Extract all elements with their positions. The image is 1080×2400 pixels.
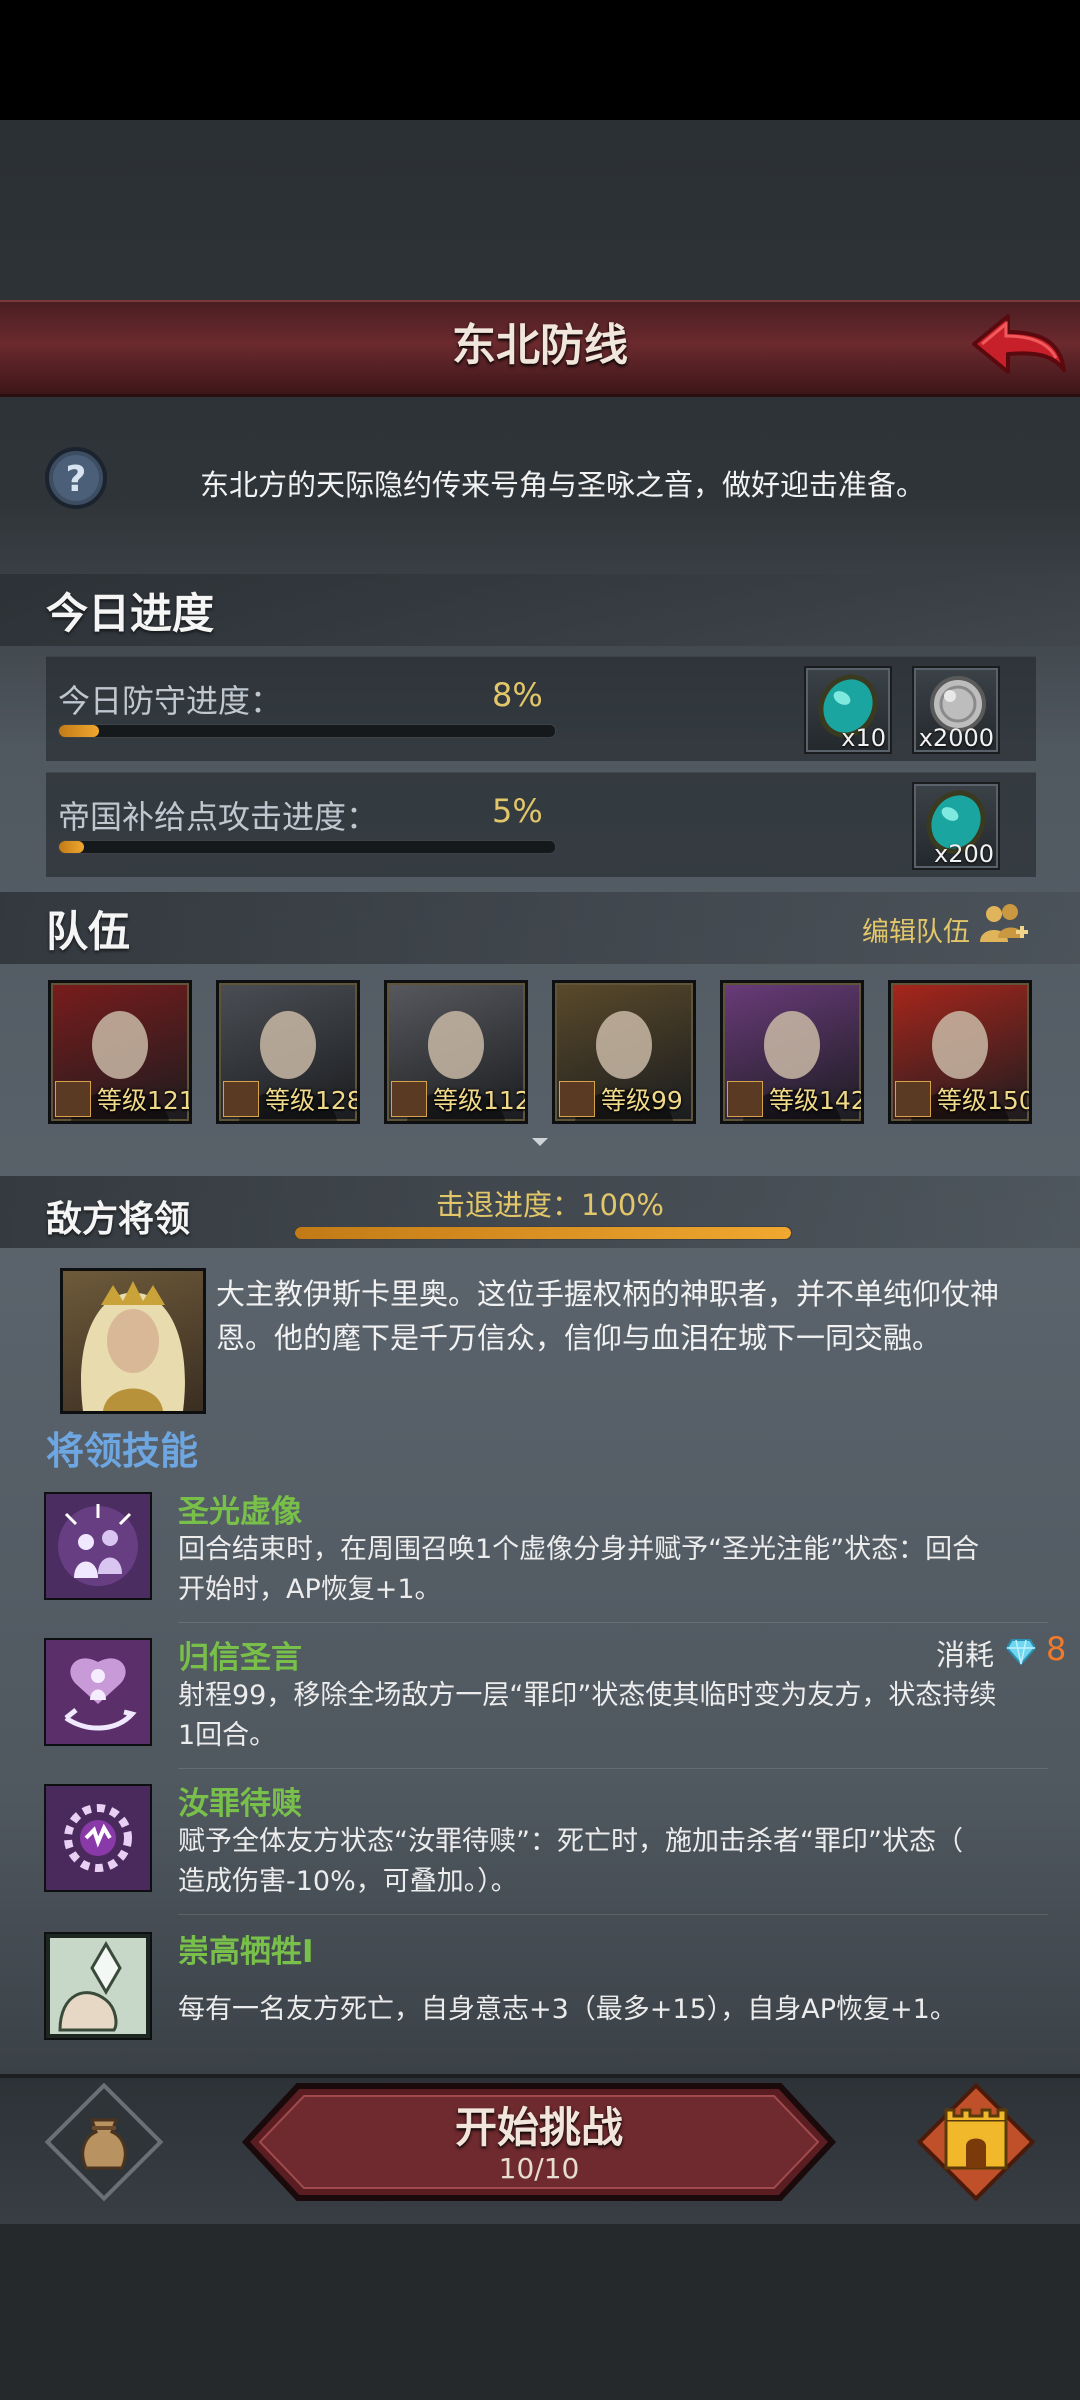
skill-icon-slot[interactable] bbox=[44, 1492, 152, 1600]
castle-icon bbox=[916, 2082, 1036, 2202]
back-button[interactable] bbox=[968, 306, 1068, 384]
skill-name: 汝罪待赎 bbox=[178, 1786, 302, 1822]
start-challenge-button[interactable]: 开始挑战 10/10 bbox=[242, 2082, 836, 2202]
status-bar-area bbox=[0, 0, 1080, 120]
hero-card[interactable]: 等级150 bbox=[888, 980, 1032, 1124]
skill-name: 崇高牺牲I bbox=[178, 1934, 314, 1970]
hero-level: 等级121 bbox=[97, 1086, 192, 1115]
enemy-portrait[interactable] bbox=[60, 1268, 206, 1414]
stage-description: 东北方的天际隐约传来号角与圣咏之音，做好迎击准备。 bbox=[200, 468, 926, 502]
hero-card[interactable]: 等级99 bbox=[552, 980, 696, 1124]
reward-qty: x200 bbox=[933, 840, 994, 868]
castle-button[interactable] bbox=[914, 2080, 1038, 2204]
expand-chevron-icon[interactable] bbox=[530, 1136, 550, 1148]
supply-progress-bar bbox=[58, 840, 556, 854]
hero-level: 等级150 bbox=[937, 1086, 1032, 1115]
team-people-icon bbox=[980, 904, 1028, 942]
skill-icon-slot[interactable] bbox=[44, 1638, 152, 1746]
skill-desc-line: 回合结束时，在周围召唤1个虚像分身并赋予“圣光注能”状态：回合 bbox=[178, 1534, 980, 1565]
hero-class-icon bbox=[391, 1081, 427, 1117]
repel-progress-bar bbox=[294, 1226, 792, 1240]
skill-divider bbox=[178, 1768, 1048, 1769]
game-background bbox=[0, 120, 1080, 2220]
skill-desc-line: 赋予全体友方状态“汝罪待赎”：死亡时，施加击杀者“罪印”状态（ bbox=[178, 1826, 963, 1857]
reward-qty: x2000 bbox=[918, 724, 994, 752]
edit-team-button[interactable]: 编辑队伍 bbox=[862, 910, 970, 949]
skill-desc-line: 开始时，AP恢复+1。 bbox=[178, 1574, 442, 1605]
hero-card[interactable]: 等级121 bbox=[48, 980, 192, 1124]
page-title: 东北防线 bbox=[452, 320, 628, 371]
help-button[interactable]: ? bbox=[44, 446, 108, 510]
question-icon: ? bbox=[45, 447, 107, 509]
conversion-word-icon bbox=[46, 1640, 150, 1744]
hero-class-icon bbox=[727, 1081, 763, 1117]
enemy-bio-line: 恩。他的麾下是千万信众，信仰与血泪在城下一同交融。 bbox=[216, 1321, 942, 1355]
skill-divider bbox=[178, 1914, 1048, 1915]
hero-class-icon bbox=[895, 1081, 931, 1117]
skills-heading: 将领技能 bbox=[46, 1429, 199, 1473]
svg-text:?: ? bbox=[66, 459, 87, 500]
skill-cost-value: 8 bbox=[1046, 1630, 1067, 1668]
defense-progress-bar bbox=[58, 724, 556, 738]
skill-name: 圣光虚像 bbox=[178, 1494, 302, 1530]
defense-progress-label: 今日防守进度： bbox=[58, 682, 283, 720]
attempts-count: 10/10 bbox=[498, 2152, 580, 2185]
bag-button[interactable] bbox=[42, 2080, 166, 2204]
skill-name: 归信圣言 bbox=[178, 1640, 302, 1676]
reward-gem-slot[interactable]: x10 bbox=[804, 666, 892, 754]
hero-class-icon bbox=[223, 1081, 259, 1117]
skill-description: 赋予全体友方状态“汝罪待赎”：死亡时，施加击杀者“罪印”状态（ 造成伤害-10%… bbox=[178, 1822, 1080, 1902]
progress-heading: 今日进度 bbox=[46, 589, 215, 638]
skill-desc-line: 每有一名友方死亡，自身意志+3（最多+15），自身AP恢复+1。 bbox=[178, 1994, 957, 2025]
reward-gem-slot[interactable]: x200 bbox=[912, 782, 1000, 870]
hero-level: 等级142 bbox=[769, 1086, 864, 1115]
skill-desc-line: 1回合。 bbox=[178, 1720, 277, 1751]
hero-class-icon bbox=[55, 1081, 91, 1117]
skill-description: 回合结束时，在周围召唤1个虚像分身并赋予“圣光注能”状态：回合 开始时，AP恢复… bbox=[178, 1530, 1080, 1610]
start-button-label: 开始挑战 bbox=[454, 2103, 623, 2152]
team-heading: 队伍 bbox=[46, 907, 131, 956]
repel-progress-label: 击退进度：100% bbox=[436, 1188, 664, 1222]
skill-desc-line: 造成伤害-10%，可叠加。）。 bbox=[178, 1866, 518, 1897]
skill-desc-line: 射程99，移除全场敌方一层“罪印”状态使其临时变为友方，状态持续 bbox=[178, 1680, 997, 1711]
enemy-bio: 大主教伊斯卡里奥。这位手握权柄的神职者，并不单纯仰仗神 恩。他的麾下是千万信众，… bbox=[216, 1272, 1046, 1360]
hero-class-icon bbox=[559, 1081, 595, 1117]
sin-atonement-icon bbox=[46, 1786, 150, 1890]
back-arrow-icon bbox=[972, 314, 1066, 374]
repel-progress-fill bbox=[295, 1227, 791, 1239]
supply-progress-fill bbox=[59, 841, 84, 853]
defense-progress-percent: 8% bbox=[492, 676, 543, 714]
reward-qty: x10 bbox=[841, 724, 886, 752]
skill-description: 射程99，移除全场敌方一层“罪印”状态使其临时变为友方，状态持续 1回合。 bbox=[178, 1676, 1080, 1756]
hero-card[interactable]: 等级112 bbox=[384, 980, 528, 1124]
skill-icon-slot[interactable] bbox=[44, 1932, 152, 2040]
skill-description: 每有一名友方死亡，自身意志+3（最多+15），自身AP恢复+1。 bbox=[178, 1990, 1080, 2030]
defense-progress-fill bbox=[59, 725, 99, 737]
loot-bag-icon bbox=[44, 2082, 164, 2202]
reward-coin-slot[interactable]: x2000 bbox=[912, 666, 1000, 754]
navigation-bar-area bbox=[0, 2220, 1080, 2400]
diamond-icon bbox=[1006, 1639, 1036, 1666]
skill-divider bbox=[178, 1622, 1048, 1623]
skill-icon-slot[interactable] bbox=[44, 1784, 152, 1892]
holy-mirage-icon bbox=[46, 1494, 150, 1598]
supply-progress-percent: 5% bbox=[492, 792, 543, 830]
hero-level: 等级99 bbox=[601, 1086, 683, 1115]
hero-card[interactable]: 等级142 bbox=[720, 980, 864, 1124]
skill-cost-label: 消耗 bbox=[936, 1638, 995, 1672]
enemy-bio-line: 大主教伊斯卡里奥。这位手握权柄的神职者，并不单纯仰仗神 bbox=[216, 1277, 1000, 1311]
noble-sacrifice-icon bbox=[46, 1934, 150, 2038]
archbishop-portrait-icon bbox=[81, 1281, 185, 1411]
hero-card[interactable]: 等级128 bbox=[216, 980, 360, 1124]
hero-level: 等级112 bbox=[433, 1086, 528, 1115]
edit-team-icon[interactable] bbox=[978, 900, 1030, 950]
supply-progress-label: 帝国补给点攻击进度： bbox=[58, 798, 379, 836]
enemy-heading: 敌方将领 bbox=[46, 1199, 191, 1240]
hero-level: 等级128 bbox=[265, 1086, 360, 1115]
